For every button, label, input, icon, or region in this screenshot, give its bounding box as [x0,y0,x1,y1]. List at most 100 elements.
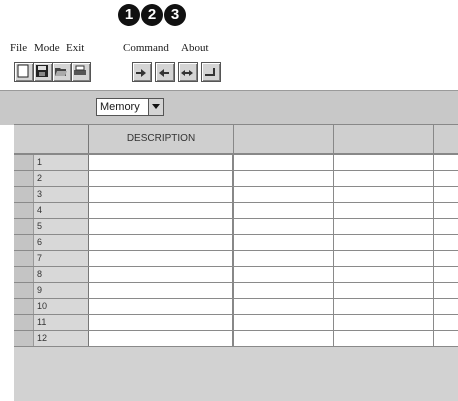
dropdown-button[interactable] [148,99,163,115]
description-cell[interactable] [89,283,234,298]
open-button[interactable] [52,62,72,82]
description-cell[interactable] [89,267,234,282]
header-col-3[interactable] [334,125,434,153]
description-cell[interactable] [89,219,234,234]
grid-cell[interactable] [334,155,434,170]
description-cell[interactable] [89,171,234,186]
grid-cell[interactable] [334,267,434,282]
grid-cell[interactable] [334,315,434,330]
grid-cell[interactable] [334,235,434,250]
table-row: 6 [14,235,458,251]
description-cell[interactable] [89,203,234,218]
header-description[interactable]: DESCRIPTION [89,125,234,153]
table-row: 12 [14,331,458,347]
grid-header: DESCRIPTION [14,125,458,155]
description-cell[interactable] [89,315,234,330]
grid-cell[interactable] [334,299,434,314]
description-cell[interactable] [89,187,234,202]
grid-cell[interactable] [334,171,434,186]
callout-3: 3 [164,4,186,26]
description-cell[interactable] [89,251,234,266]
row-number[interactable]: 12 [34,331,89,346]
header-col-4[interactable] [434,125,458,153]
grid-cell[interactable] [434,235,458,250]
row-gutter [14,299,34,314]
grid-rows: 1 2 3 4 5 6 7 8 9 10 11 12 [14,155,458,347]
grid-cell[interactable] [234,171,334,186]
row-number[interactable]: 5 [34,219,89,234]
grid-cell[interactable] [334,251,434,266]
memory-select[interactable]: Memory [96,98,164,116]
command-button-1[interactable] [132,62,152,82]
command-button-3[interactable] [178,62,198,82]
grid-cell[interactable] [434,251,458,266]
menu-mode[interactable]: Mode [34,40,60,56]
table-row: 11 [14,315,458,331]
grid-cell[interactable] [434,267,458,282]
grid-cell[interactable] [234,219,334,234]
grid-cell[interactable] [334,331,434,346]
table-row: 9 [14,283,458,299]
grid-cell[interactable] [234,283,334,298]
row-gutter [14,267,34,282]
row-gutter [14,187,34,202]
menu-bar: File Mode Exit Command About [10,40,450,56]
row-number[interactable]: 1 [34,155,89,170]
print-button[interactable] [71,62,91,82]
grid-cell[interactable] [234,299,334,314]
table-row: 2 [14,171,458,187]
menu-about[interactable]: About [181,40,209,56]
row-number[interactable]: 7 [34,251,89,266]
table-row: 4 [14,203,458,219]
grid-cell[interactable] [434,155,458,170]
new-button[interactable] [14,62,34,82]
grid-cell[interactable] [234,155,334,170]
description-cell[interactable] [89,299,234,314]
row-gutter [14,251,34,266]
grid-cell[interactable] [234,267,334,282]
grid-cell[interactable] [434,219,458,234]
row-gutter [14,171,34,186]
grid-cell[interactable] [334,203,434,218]
row-gutter [14,219,34,234]
menu-file[interactable]: File [10,40,27,56]
row-number[interactable]: 8 [34,267,89,282]
row-number[interactable]: 4 [34,203,89,218]
row-number[interactable]: 10 [34,299,89,314]
grid-cell[interactable] [434,283,458,298]
grid-cell[interactable] [334,219,434,234]
row-number[interactable]: 2 [34,171,89,186]
grid-cell[interactable] [234,203,334,218]
save-icon [36,65,48,77]
grid-cell[interactable] [234,235,334,250]
save-button[interactable] [33,62,53,82]
grid-cell[interactable] [334,283,434,298]
row-gutter [14,235,34,250]
description-cell[interactable] [89,155,234,170]
row-number[interactable]: 3 [34,187,89,202]
row-number[interactable]: 6 [34,235,89,250]
row-gutter [14,331,34,346]
grid-cell[interactable] [434,171,458,186]
grid-cell[interactable] [234,315,334,330]
grid-cell[interactable] [434,187,458,202]
grid-cell[interactable] [434,331,458,346]
row-number[interactable]: 9 [34,283,89,298]
command-button-4[interactable] [201,62,221,82]
grid-cell[interactable] [434,203,458,218]
header-col-2[interactable] [234,125,334,153]
callout-2: 2 [141,4,163,26]
grid-cell[interactable] [234,187,334,202]
grid-cell[interactable] [434,299,458,314]
description-cell[interactable] [89,235,234,250]
row-gutter [14,155,34,170]
grid-cell[interactable] [234,251,334,266]
menu-exit[interactable]: Exit [66,40,84,56]
row-number[interactable]: 11 [34,315,89,330]
grid-cell[interactable] [334,187,434,202]
command-button-2[interactable] [155,62,175,82]
description-cell[interactable] [89,331,234,346]
grid-cell[interactable] [434,315,458,330]
grid-cell[interactable] [234,331,334,346]
menu-command[interactable]: Command [123,40,169,56]
